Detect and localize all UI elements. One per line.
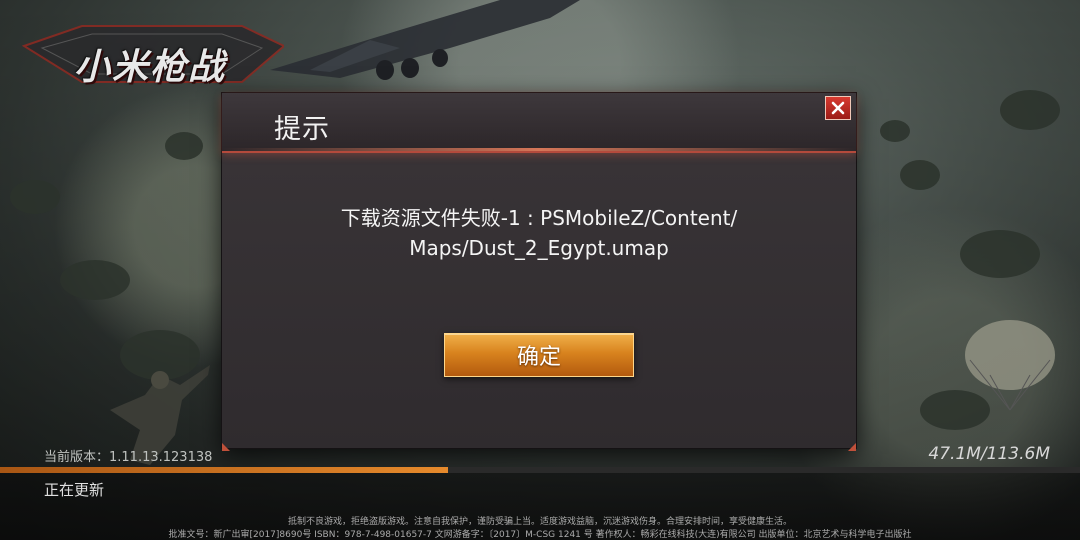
close-icon [831, 101, 845, 115]
publishing-info: 批准文号：新广出审[2017]8690号 ISBN：978-7-498-0165… [168, 530, 912, 540]
corner-accent [222, 443, 230, 451]
airplane-graphic [270, 0, 580, 80]
tree [960, 230, 1040, 278]
version-label: 当前版本：1.11.13.123138 [44, 450, 213, 465]
health-notice: 抵制不良游戏，拒绝盗版游戏。注意自我保护，谨防受骗上当。适度游戏益脑，沉迷游戏伤… [287, 517, 792, 527]
tree [10, 180, 60, 214]
confirm-button[interactable]: 确定 [444, 333, 634, 377]
game-logo: 小米枪战 [22, 18, 284, 90]
tree [900, 160, 940, 190]
download-progress-text: 47.1M/113.6M [928, 444, 1050, 464]
tree [165, 132, 203, 160]
close-button[interactable] [825, 96, 851, 120]
download-progress-bar [0, 467, 1080, 473]
error-dialog: 提示 下载资源文件失败-1 : PSMobileZ/Content/ Maps/… [222, 93, 856, 451]
progress-fill [0, 467, 449, 473]
dialog-message: 下载资源文件失败-1 : PSMobileZ/Content/ Maps/Dus… [282, 203, 796, 263]
logo-text: 小米枪战 [74, 46, 227, 88]
message-line-2: Maps/Dust_2_Egypt.umap [409, 236, 669, 260]
tree [1000, 90, 1060, 130]
update-status: 正在更新 [44, 481, 105, 499]
message-line-1: 下载资源文件失败-1 : PSMobileZ/Content/ [340, 206, 738, 230]
corner-accent [848, 443, 856, 451]
tree [60, 260, 130, 300]
tree [880, 120, 910, 142]
parachute-graphic [965, 320, 1055, 411]
dialog-header: 提示 [222, 93, 856, 153]
dialog-title: 提示 [274, 114, 330, 145]
header-divider [222, 148, 856, 151]
